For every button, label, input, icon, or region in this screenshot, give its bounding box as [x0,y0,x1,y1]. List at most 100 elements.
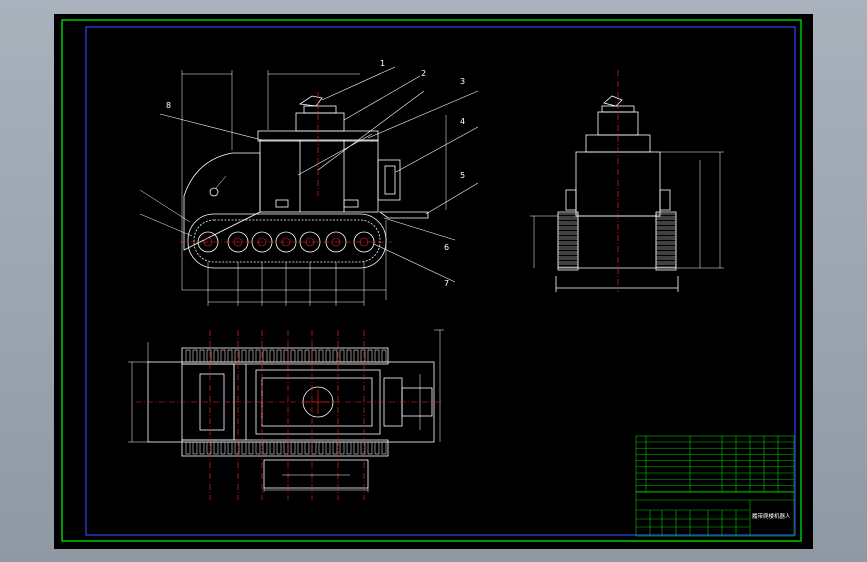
tread-link [655,233,677,238]
tread-link [655,243,677,248]
tread-link [283,441,289,455]
tread-link [262,441,268,455]
inner-frame [85,26,796,536]
viewer-background: 1 2 3 4 5 6 7 8 履带爬楼机器人 [0,0,867,562]
tread-link [199,441,205,455]
tread-link [655,228,677,233]
tread-link [325,349,331,363]
tread-link [557,218,579,223]
tread-link [213,441,219,455]
tread-link [655,223,677,228]
tread-link [318,441,324,455]
tread-link [332,441,338,455]
tread-link [220,349,226,363]
tread-link [199,349,205,363]
top-view-dimensions [128,329,444,492]
tread-link [255,349,261,363]
tread-link [255,441,261,455]
part-label: 8 [166,101,171,110]
tread-link [655,238,677,243]
end-view-dimensions [530,151,724,269]
tread-link [360,349,366,363]
tread-link [655,213,677,218]
part-label: 7 [444,279,449,288]
tread-link [655,258,677,263]
tread-link [234,349,240,363]
parts-list-table [635,435,795,493]
parts-list-rows [636,441,794,492]
part-labels: 1 2 3 4 5 6 7 8 [166,59,465,288]
tread-link [655,248,677,253]
tread-link [381,441,387,455]
part-label: 3 [460,77,465,86]
tread-link [262,349,268,363]
tread-link [192,441,198,455]
tread-link [304,441,310,455]
tread-link [248,441,254,455]
title-block-name: 履带爬楼机器人 [752,512,791,520]
tread-link [234,441,240,455]
tread-link [304,349,310,363]
tread-link [269,349,275,363]
tread-link [311,349,317,363]
tread-link [381,349,387,363]
part-label: 2 [421,69,426,78]
tread-link [557,263,579,268]
tread-link [185,441,191,455]
tread-link [346,349,352,363]
tread-link [241,441,247,455]
tread-link [192,349,198,363]
tread-link [248,349,254,363]
tread-link [557,223,579,228]
tread-link [339,441,345,455]
leader-lines [159,66,479,283]
tread-link [290,441,296,455]
tread-link [276,441,282,455]
tread-link [367,441,373,455]
tread-link [374,441,380,455]
tread-link [318,349,324,363]
part-label: 4 [460,117,465,126]
tread-link [655,253,677,258]
tread-link [557,258,579,263]
tread-link [557,213,579,218]
tread-link [655,263,677,268]
tread-link [557,253,579,258]
tread-link [339,349,345,363]
tread-link [655,218,677,223]
part-label: 6 [444,243,449,252]
tread-link [297,441,303,455]
side-view-centerlines [180,92,392,243]
tread-link [353,349,359,363]
tread-link [311,441,317,455]
tread-link [557,238,579,243]
tread-link [206,349,212,363]
tread-link [227,349,233,363]
tread-link [297,349,303,363]
tread-link [353,441,359,455]
cad-drawing: 1 2 3 4 5 6 7 8 履带爬楼机器人 [61,19,802,542]
tread-link [557,248,579,253]
tread-link [360,441,366,455]
tread-link [557,243,579,248]
tread-link [325,441,331,455]
tread-link [241,349,247,363]
tread-link [276,349,282,363]
part-label: 1 [380,59,385,68]
tread-link [283,349,289,363]
tread-link [213,349,219,363]
part-label: 5 [460,171,465,180]
tread-link [374,349,380,363]
tread-link [557,228,579,233]
tread-link [346,441,352,455]
tread-link [227,441,233,455]
top-view [147,347,435,489]
tread-link [185,349,191,363]
tread-link [367,349,373,363]
tread-link [206,441,212,455]
tread-link [220,441,226,455]
tread-link [269,441,275,455]
tread-link [557,233,579,238]
tread-link [290,349,296,363]
end-view-treads [557,213,677,268]
